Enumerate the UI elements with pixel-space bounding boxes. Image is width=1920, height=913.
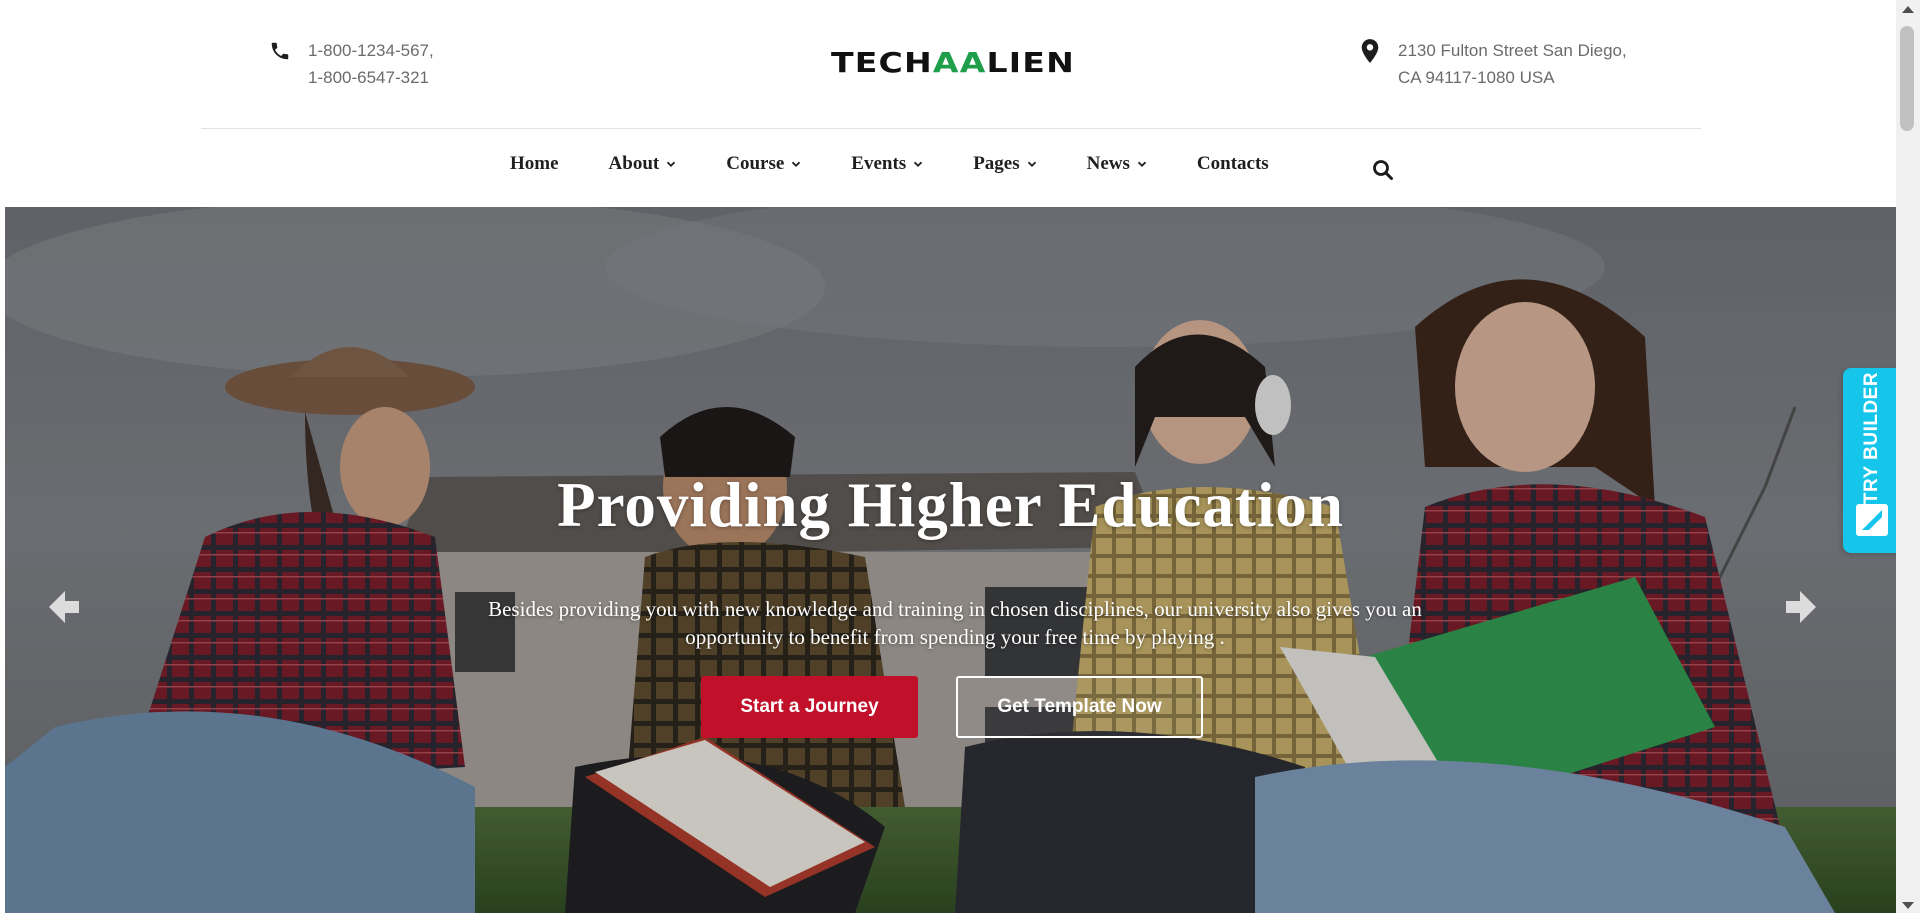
nav-item-label: Course: [726, 153, 785, 174]
page-scrollbar[interactable]: [1896, 0, 1920, 913]
nav-item-label: Pages: [973, 153, 1020, 174]
main-nav: Home About Course Events Pages News Cont…: [5, 129, 1896, 207]
location-pin-icon: [1357, 38, 1383, 64]
nav-item-pages[interactable]: Pages: [973, 153, 1036, 175]
address-line-1: 2130 Fulton Street San Diego,: [1398, 41, 1627, 60]
nav-item-label: About: [608, 153, 660, 174]
try-builder-label: TRY BUILDER: [1861, 371, 1882, 505]
nav-item-about[interactable]: About: [609, 153, 677, 175]
nav-item-course[interactable]: Course: [726, 153, 801, 175]
phone-line-1[interactable]: 1-800-1234-567,: [308, 37, 434, 64]
nav-item-news[interactable]: News: [1087, 153, 1147, 175]
scroll-up-icon[interactable]: [1896, 2, 1920, 18]
hero-description: Besides providing you with new knowledge…: [488, 597, 1422, 649]
nav-item-label: News: [1086, 153, 1130, 174]
arrow-left-icon[interactable]: [41, 585, 85, 629]
nav-item-home[interactable]: Home: [510, 153, 559, 175]
hero-overlay: [5, 207, 1896, 913]
site-logo[interactable]: TECH AA LIEN: [831, 42, 1075, 82]
nav-item-label: Contacts: [1196, 153, 1269, 174]
logo-text-2: LIEN: [987, 46, 1075, 79]
scrollbar-thumb[interactable]: [1900, 26, 1914, 131]
hero-title: Providing Higher Education: [557, 470, 1344, 540]
logo-text-1: TECH: [831, 46, 933, 79]
phone-icon: [267, 38, 293, 64]
hero-slider: Providing Higher Education Besides provi…: [5, 207, 1896, 913]
page: 1-800-1234-567, 1-800-6547-321 TECH AA LIE…: [5, 0, 1896, 913]
phone-line-2[interactable]: 1-800-6547-321: [308, 64, 434, 91]
chevron-down-icon: [1137, 161, 1147, 167]
phone-contact: 1-800-1234-567, 1-800-6547-321: [267, 37, 434, 91]
logo-text-accent: AA: [933, 46, 987, 79]
address-contact: 2130 Fulton Street San Diego, CA 94117-1…: [1357, 37, 1627, 91]
nav-item-contacts[interactable]: Contacts: [1197, 153, 1269, 175]
scroll-down-icon[interactable]: [1896, 897, 1920, 913]
nav-item-label: Events: [851, 153, 907, 174]
top-header: 1-800-1234-567, 1-800-6547-321 TECH AA LIE…: [5, 0, 1896, 128]
builder-icon: [1856, 504, 1888, 536]
chevron-down-icon: [914, 161, 923, 167]
chevron-down-icon: [667, 161, 676, 167]
get-template-button[interactable]: Get Template Now: [956, 676, 1203, 738]
start-journey-button[interactable]: Start a Journey: [701, 676, 918, 738]
chevron-down-icon: [1027, 161, 1036, 167]
nav-item-label: Home: [510, 153, 559, 174]
chevron-down-icon: [792, 161, 801, 167]
nav-item-events[interactable]: Events: [851, 153, 923, 175]
search-icon[interactable]: [1371, 158, 1395, 182]
arrow-right-icon[interactable]: [1780, 585, 1824, 629]
try-builder-button[interactable]: TRY BUILDER: [1843, 368, 1896, 553]
address-line-2: CA 94117-1080 USA: [1398, 68, 1555, 87]
svg-text:TECHAALIEN: TECH AA LIEN: [831, 46, 1075, 79]
